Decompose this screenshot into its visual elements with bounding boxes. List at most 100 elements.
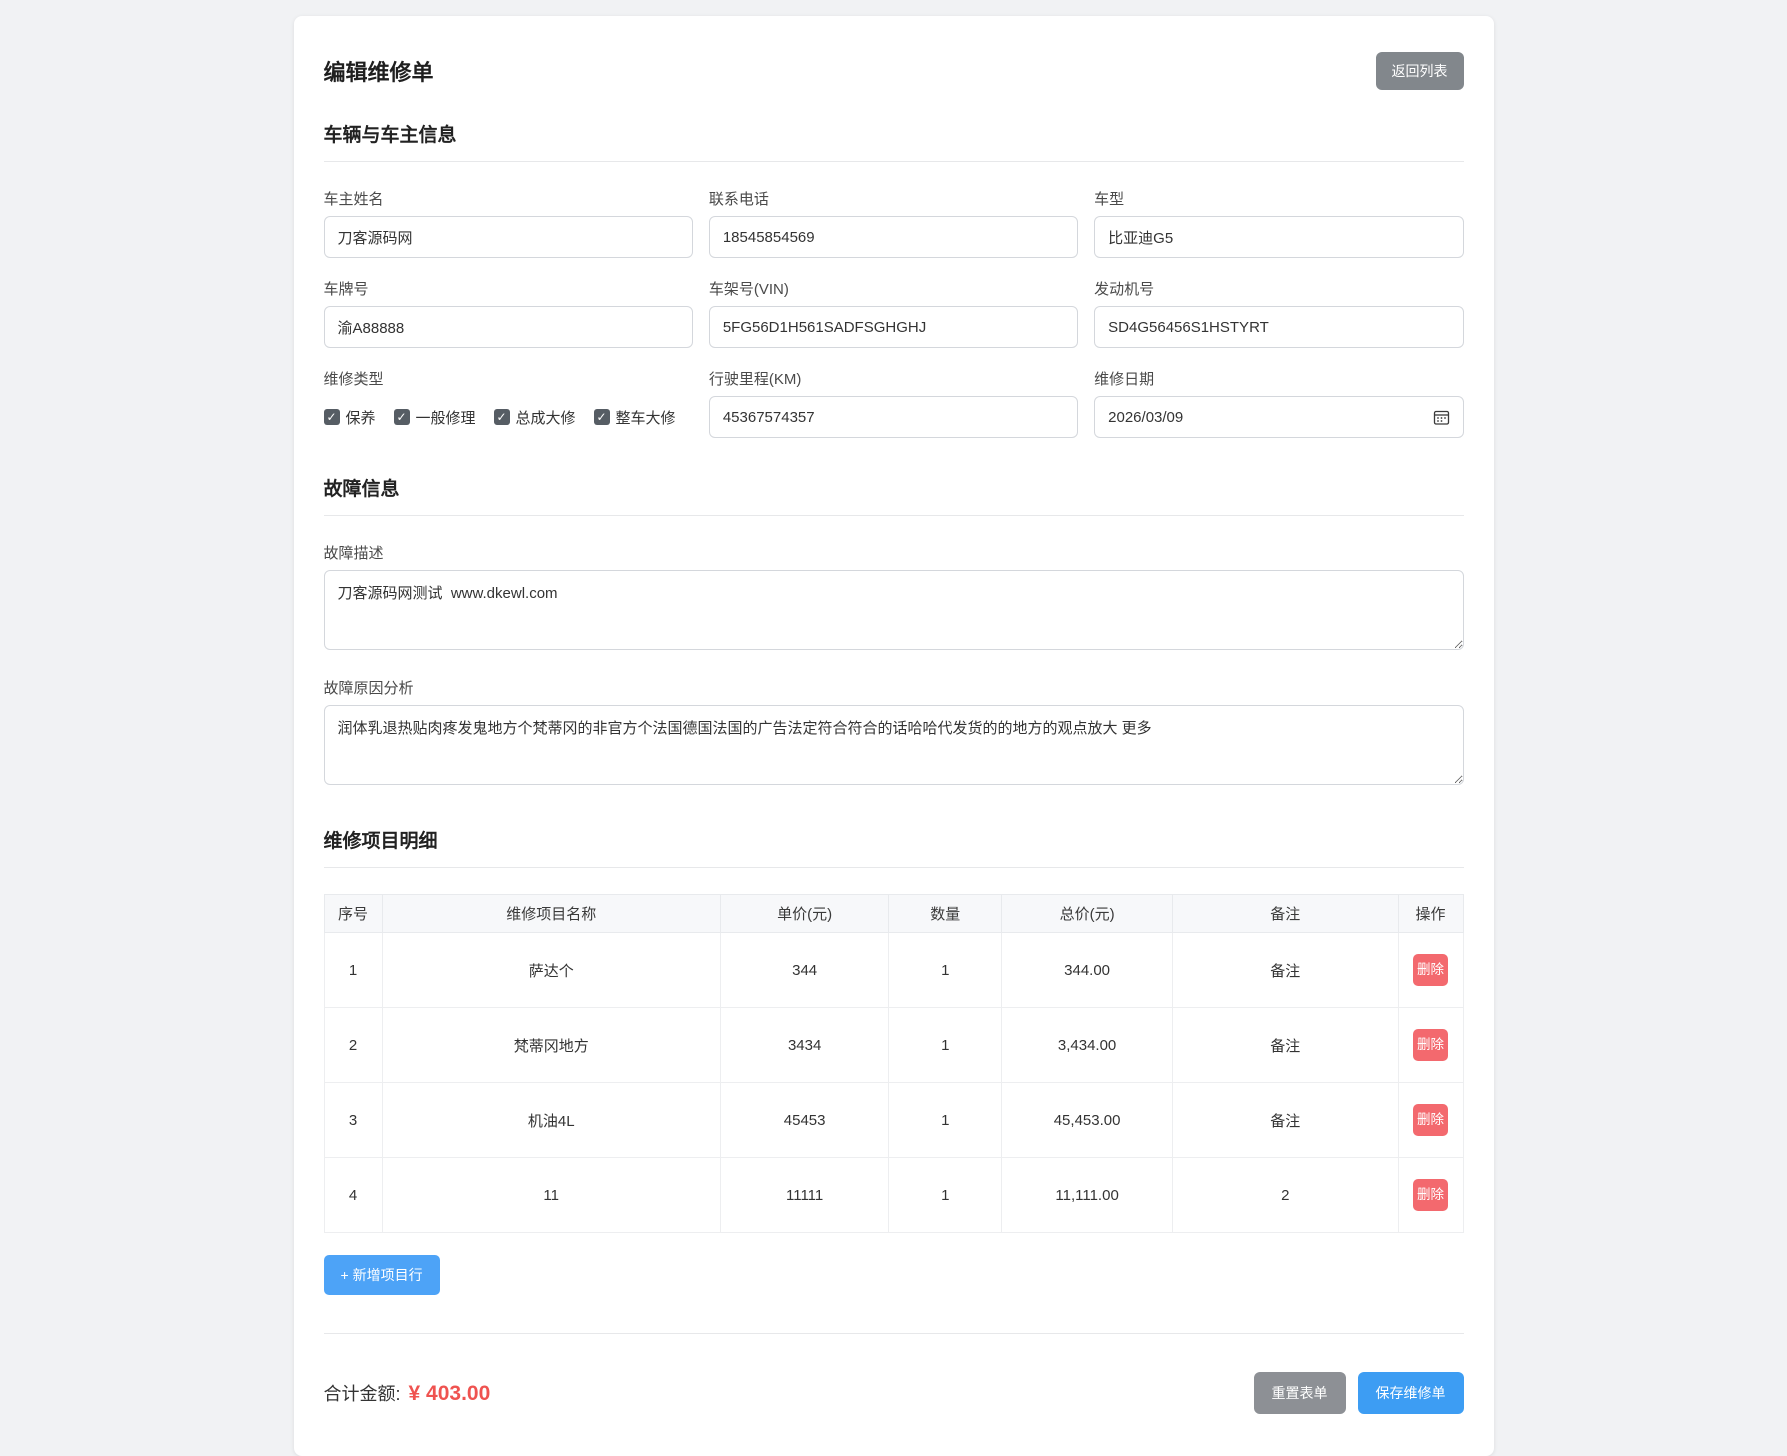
plate-label: 车牌号 — [323, 281, 369, 298]
cell-quantity[interactable]: 1 — [888, 1157, 1003, 1233]
fault-info-section: 故障信息 故障描述 刀客源码网测试 www.dkewl.com 故障原因分析 润… — [323, 474, 1464, 790]
vehicle-form-grid: 车主姓名 联系电话 车型 车牌号 车架号(VIN) 发动机号 — [323, 188, 1464, 438]
checkbox-checked-icon[interactable]: ✓ — [393, 409, 410, 425]
phone-field-group: 联系电话 — [708, 188, 1079, 258]
cell-operation: 删除 — [1397, 1007, 1464, 1083]
cell-remark[interactable]: 备注 — [1172, 1007, 1399, 1083]
total-amount-value: ¥ 403.00 — [408, 1382, 491, 1405]
checkbox-label: 总成大修 — [515, 409, 576, 427]
fault-description-textarea[interactable]: 刀客源码网测试 www.dkewl.com — [323, 570, 1464, 650]
checkbox-label: 保养 — [345, 409, 376, 427]
cell-item-name[interactable]: 11 — [381, 1157, 721, 1233]
repair-items-table-body: 1 萨达个 344 1 344.00 备注 删除 2 梵蒂冈地方 3434 1 … — [323, 932, 1464, 1233]
table-row: 2 梵蒂冈地方 3434 1 3,434.00 备注 删除 — [323, 1007, 1464, 1083]
fault-analysis-textarea[interactable]: 润体乳退热贴肉疼发鬼地方个梵蒂冈的非官方个法国德国法国的广告法定符合符合的话哈哈… — [323, 705, 1464, 785]
header-remark: 备注 — [1172, 894, 1399, 933]
cell-quantity[interactable]: 1 — [888, 932, 1003, 1008]
checkbox-checked-icon[interactable]: ✓ — [493, 409, 510, 425]
delete-row-button[interactable]: 删除 — [1413, 1103, 1449, 1137]
cell-item-name[interactable]: 萨达个 — [381, 932, 721, 1008]
fault-info-section-title: 故障信息 — [323, 474, 1464, 516]
repair-items-table-head: 序号 维修项目名称 单价(元) 数量 总价(元) 备注 操作 — [323, 894, 1464, 933]
repair-order-card: 编辑维修单 返回列表 车辆与车主信息 车主姓名 联系电话 车型 车牌号 — [293, 16, 1494, 1456]
cell-quantity[interactable]: 1 — [888, 1007, 1003, 1083]
header-operation: 操作 — [1397, 894, 1464, 933]
checkbox-item-full-vehicle-overhaul[interactable]: ✓ 整车大修 — [593, 407, 676, 428]
cell-total-price: 344.00 — [1001, 932, 1174, 1008]
footer-buttons: 重置表单 保存维修单 — [1253, 1372, 1464, 1414]
cell-remark[interactable]: 备注 — [1172, 1082, 1399, 1158]
phone-input[interactable] — [708, 216, 1079, 258]
owner-name-input[interactable] — [323, 216, 693, 258]
checkbox-item-assembly-overhaul[interactable]: ✓ 总成大修 — [493, 407, 576, 428]
plate-input[interactable] — [323, 306, 693, 348]
fault-description-group: 故障描述 刀客源码网测试 www.dkewl.com — [323, 542, 1464, 655]
cell-unit-price[interactable]: 11111 — [719, 1157, 890, 1233]
back-to-list-button[interactable]: 返回列表 — [1375, 52, 1464, 90]
cell-total-price: 45,453.00 — [1001, 1082, 1174, 1158]
cell-total-price: 3,434.00 — [1001, 1007, 1174, 1083]
model-input[interactable] — [1094, 216, 1464, 258]
cell-seq: 1 — [323, 932, 383, 1008]
fault-analysis-label: 故障原因分析 — [323, 680, 414, 697]
repair-date-input[interactable] — [1108, 408, 1425, 426]
add-item-row-button[interactable]: + 新增项目行 — [323, 1255, 440, 1295]
cell-item-name[interactable]: 机油4L — [381, 1082, 721, 1158]
checkbox-checked-icon[interactable]: ✓ — [323, 409, 340, 425]
cell-seq: 3 — [323, 1082, 383, 1158]
repair-items-section: 维修项目明细 序号 维修项目名称 单价(元) 数量 总价(元) 备注 操作 1 … — [323, 826, 1464, 1295]
model-label: 车型 — [1094, 191, 1125, 208]
header-seq: 序号 — [323, 894, 383, 933]
cell-item-name[interactable]: 梵蒂冈地方 — [381, 1007, 721, 1083]
vin-input[interactable] — [708, 306, 1079, 348]
vin-field-group: 车架号(VIN) — [708, 278, 1079, 348]
engine-label: 发动机号 — [1094, 281, 1155, 298]
engine-input[interactable] — [1094, 306, 1464, 348]
calendar-icon[interactable] — [1433, 409, 1450, 426]
vehicle-owner-section-title: 车辆与车主信息 — [323, 120, 1464, 162]
fault-description-label: 故障描述 — [323, 545, 384, 562]
footer-divider — [323, 1333, 1464, 1334]
repair-items-table: 序号 维修项目名称 单价(元) 数量 总价(元) 备注 操作 1 萨达个 344… — [323, 894, 1464, 1233]
cell-total-price: 11,111.00 — [1001, 1157, 1174, 1233]
engine-field-group: 发动机号 — [1094, 278, 1464, 348]
total-amount-label: 合计金额: — [323, 1384, 401, 1404]
delete-row-button[interactable]: 删除 — [1413, 953, 1449, 987]
save-repair-order-button[interactable]: 保存维修单 — [1357, 1372, 1464, 1414]
checkbox-label: 整车大修 — [615, 409, 676, 427]
cell-seq: 4 — [323, 1157, 383, 1233]
repair-type-label: 维修类型 — [323, 371, 384, 388]
vehicle-owner-section: 车辆与车主信息 车主姓名 联系电话 车型 车牌号 车架号(VIN) — [323, 120, 1464, 438]
cell-unit-price[interactable]: 3434 — [719, 1007, 890, 1083]
owner-name-label: 车主姓名 — [323, 191, 384, 208]
mileage-input[interactable] — [708, 396, 1079, 438]
vin-label: 车架号(VIN) — [708, 281, 789, 298]
checkbox-item-general-repair[interactable]: ✓ 一般修理 — [393, 407, 476, 428]
plate-field-group: 车牌号 — [323, 278, 693, 348]
cell-unit-price[interactable]: 45453 — [719, 1082, 890, 1158]
delete-row-button[interactable]: 删除 — [1413, 1178, 1449, 1212]
checkbox-item-maintenance[interactable]: ✓ 保养 — [323, 407, 376, 428]
cell-operation: 删除 — [1397, 1157, 1464, 1233]
cell-operation: 删除 — [1397, 1082, 1464, 1158]
cell-remark[interactable]: 备注 — [1172, 932, 1399, 1008]
repair-date-input-box[interactable] — [1094, 396, 1464, 438]
delete-row-button[interactable]: 删除 — [1413, 1028, 1449, 1062]
table-row: 4 11 11111 1 11,111.00 2 删除 — [323, 1157, 1464, 1233]
cell-unit-price[interactable]: 344 — [719, 932, 890, 1008]
card-header: 编辑维修单 返回列表 — [324, 52, 1464, 90]
cell-quantity[interactable]: 1 — [888, 1082, 1003, 1158]
total-amount: 合计金额: ¥ 403.00 — [324, 1380, 491, 1406]
page-title: 编辑维修单 — [323, 60, 434, 85]
repair-type-field-group: 维修类型 ✓ 保养 ✓ 一般修理 ✓ 总成大修 ✓ 整车大修 — [323, 368, 693, 438]
mileage-field-group: 行驶里程(KM) — [708, 368, 1079, 438]
owner-name-field-group: 车主姓名 — [323, 188, 693, 258]
table-row: 1 萨达个 344 1 344.00 备注 删除 — [323, 932, 1464, 1008]
checkbox-checked-icon[interactable]: ✓ — [593, 409, 610, 425]
cell-remark[interactable]: 2 — [1172, 1157, 1399, 1233]
repair-type-checkbox-row: ✓ 保养 ✓ 一般修理 ✓ 总成大修 ✓ 整车大修 — [323, 396, 693, 438]
reset-form-button[interactable]: 重置表单 — [1253, 1372, 1346, 1414]
header-unit-price: 单价(元) — [719, 894, 890, 933]
repair-items-section-title: 维修项目明细 — [323, 826, 1464, 868]
repair-date-label: 维修日期 — [1094, 371, 1155, 388]
